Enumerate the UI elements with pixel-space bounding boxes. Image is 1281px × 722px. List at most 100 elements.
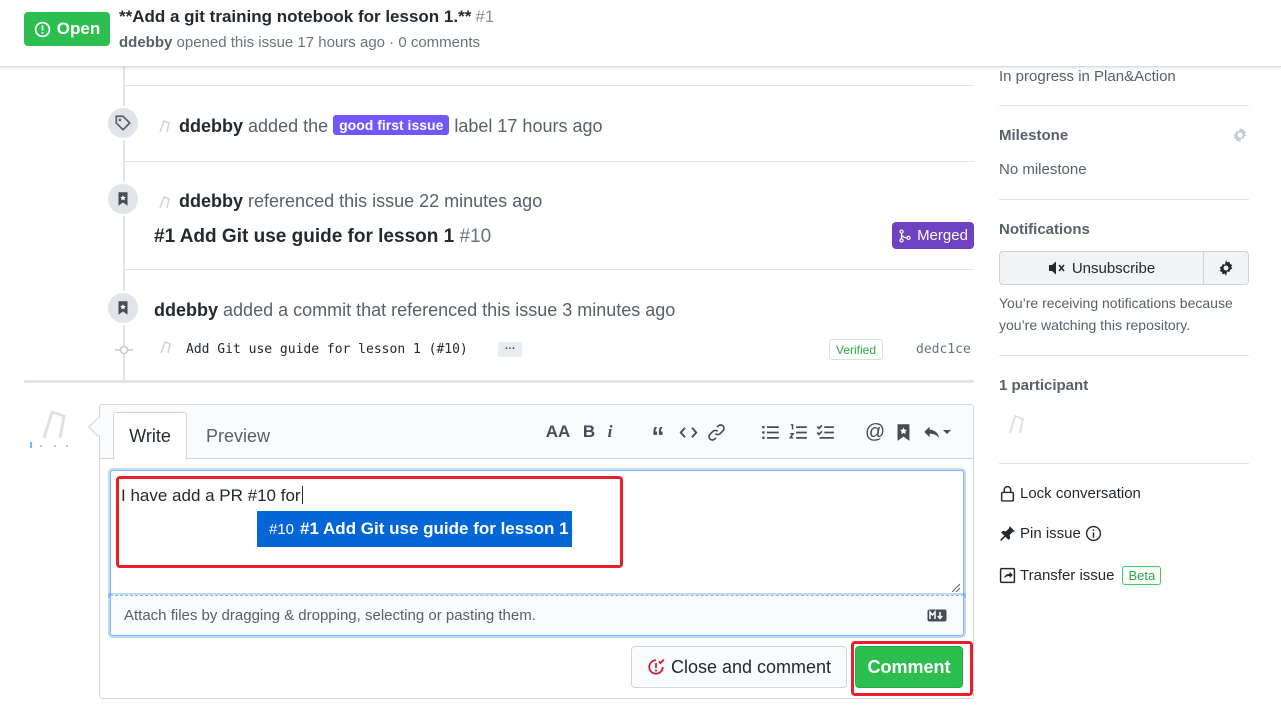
notifications-reason-line-2: you’re watching this repository. — [999, 317, 1191, 333]
chevron-down-icon — [943, 430, 951, 434]
issue-closed-icon — [648, 659, 665, 675]
bullet-list-tool[interactable] — [757, 419, 783, 445]
numbered-list-icon — [788, 423, 807, 439]
participants-heading: 1 participant — [999, 377, 1089, 394]
reference-event-badge — [106, 182, 140, 216]
lock-conversation-label: Lock conversation — [1020, 485, 1141, 502]
notification-settings-button[interactable] — [1203, 251, 1249, 285]
timeline-divider — [124, 85, 974, 86]
issue-number: #1 — [475, 7, 495, 26]
numbered-list-tool[interactable] — [785, 419, 811, 445]
unsubscribe-label: Unsubscribe — [1071, 259, 1156, 277]
notifications-heading: Notifications — [999, 221, 1090, 238]
bullet-list-icon — [761, 425, 779, 439]
close-and-comment-label: Close and comment — [670, 656, 832, 677]
reply-tool[interactable] — [918, 419, 956, 445]
pin-icon — [1000, 526, 1015, 541]
referenced-pr-link[interactable]: #1 Add Git use guide for lesson 1 #10 — [154, 226, 491, 248]
participant-avatar[interactable] — [1002, 411, 1028, 437]
tab-preview[interactable]: Preview — [200, 412, 276, 460]
issue-title-text: **Add a git training notebook for lesson… — [119, 7, 472, 26]
merged-state-badge: Merged — [892, 222, 974, 249]
bookmark-icon — [118, 192, 128, 206]
lock-icon — [1000, 485, 1015, 502]
project-status[interactable]: In progress in Plan&Action — [999, 68, 1176, 85]
commit-expand-button[interactable]: … — [498, 341, 522, 357]
reply-icon — [924, 426, 940, 438]
italic-tool[interactable]: i — [597, 419, 623, 445]
milestone-value: No milestone — [999, 161, 1087, 178]
verified-badge[interactable]: Verified — [829, 339, 883, 360]
pin-issue-link[interactable]: Pin issue — [999, 525, 1102, 542]
unsubscribe-button[interactable]: Unsubscribe — [999, 251, 1204, 285]
reference-tool[interactable] — [890, 419, 916, 445]
referenced-pr-number: #10 — [459, 226, 492, 247]
task-list-icon — [816, 424, 834, 439]
bookmark-icon — [118, 301, 128, 315]
good-first-issue-label[interactable]: good first issue — [333, 115, 450, 135]
reference-event-desc: referenced this issue 22 minutes ago — [248, 191, 543, 211]
transfer-issue-link[interactable]: Transfer issue Beta — [999, 566, 1162, 585]
ddebby-avatar[interactable] — [156, 338, 174, 356]
tag-icon — [115, 115, 131, 131]
task-list-tool[interactable] — [812, 419, 838, 445]
close-and-comment-button[interactable]: Close and comment — [631, 646, 847, 688]
mention-tool[interactable]: @ — [862, 419, 888, 445]
commit-event-actor[interactable]: ddebby — [154, 300, 218, 320]
label-event-verb: added the — [248, 116, 329, 136]
link-tool[interactable] — [703, 419, 729, 445]
notifications-reason-line-1: You’re receiving notifications because — [999, 295, 1233, 311]
resize-grip-icon[interactable] — [950, 582, 960, 592]
transfer-issue-label: Transfer issue — [1020, 567, 1115, 584]
issue-state-label: Open — [56, 19, 101, 38]
current-user-avatar[interactable] — [30, 404, 74, 448]
timeline-divider — [124, 269, 974, 270]
heading-tool[interactable]: AA — [546, 419, 571, 445]
timeline-end-divider — [24, 380, 974, 383]
git-commit-icon — [115, 345, 133, 355]
label-event-actor[interactable]: ddebby — [179, 116, 243, 136]
label-event-badge — [106, 106, 140, 140]
commit-event-text: ddebby added a commit that referenced th… — [154, 300, 675, 321]
referenced-pr-title[interactable]: #1 Add Git use guide for lesson 1 — [154, 226, 454, 247]
milestone-gear-icon[interactable] — [1231, 126, 1249, 144]
timeline-divider — [124, 161, 974, 162]
code-tool[interactable] — [675, 419, 701, 445]
merge-icon — [899, 228, 911, 243]
markdown-icon[interactable] — [927, 609, 947, 622]
sidebar-divider — [999, 463, 1249, 464]
commit-sha-link[interactable]: dedc1ce — [916, 342, 971, 357]
transfer-icon — [999, 567, 1016, 584]
commit-event-desc: added a commit that referenced this issu… — [223, 300, 676, 320]
issue-meta: ddebby opened this issue 17 hours ago · … — [119, 34, 480, 51]
reference-event-text: ddebby referenced this issue 22 minutes … — [179, 191, 542, 212]
milestone-heading[interactable]: Milestone — [999, 127, 1068, 144]
code-icon — [679, 426, 697, 438]
bookmark-icon — [897, 423, 909, 441]
issue-title: **Add a git training notebook for lesson… — [119, 7, 494, 27]
attach-files-hint[interactable]: Attach files by dragging & dropping, sel… — [124, 607, 536, 624]
issue-sticky-header: Open **Add a git training notebook for l… — [0, 0, 1281, 67]
sidebar-divider — [999, 105, 1249, 106]
commit-message-link[interactable]: Add Git use guide for lesson 1 (#10) — [186, 342, 468, 357]
lock-conversation-link[interactable]: Lock conversation — [999, 485, 1141, 502]
issue-meta-text: opened this issue 17 hours ago · 0 comme… — [176, 34, 481, 51]
sidebar-divider — [999, 355, 1249, 356]
mute-icon — [1048, 261, 1065, 275]
issue-state-badge: Open — [24, 12, 110, 46]
highlight-annotation-comment-button — [851, 641, 973, 696]
info-icon[interactable] — [1085, 525, 1102, 542]
issue-author-link[interactable]: ddebby — [119, 34, 172, 51]
merged-state-label: Merged — [917, 227, 968, 244]
quote-tool[interactable]: “ — [645, 419, 671, 451]
pin-issue-label: Pin issue — [1020, 525, 1081, 542]
commit-event-badge — [106, 291, 140, 325]
ddebby-avatar[interactable] — [155, 117, 173, 135]
reference-event-actor[interactable]: ddebby — [179, 191, 243, 211]
ddebby-avatar[interactable] — [155, 193, 173, 211]
tab-write[interactable]: Write — [113, 412, 187, 460]
sidebar-divider — [999, 199, 1249, 200]
highlight-annotation-text — [116, 476, 623, 568]
link-icon — [707, 423, 725, 441]
issue-open-icon — [34, 21, 51, 37]
